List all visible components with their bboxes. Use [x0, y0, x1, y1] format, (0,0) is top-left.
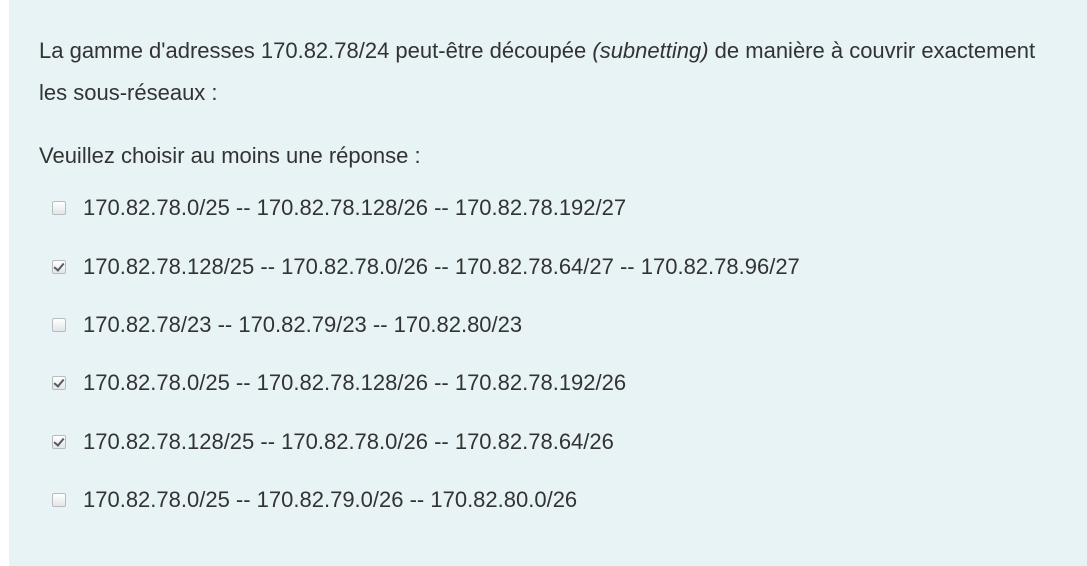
question-text: La gamme d'adresses 170.82.78/24 peut-êt…	[39, 30, 1069, 114]
answer-2-label[interactable]: 170.82.78.128/25 -- 170.82.78.0/26 -- 17…	[83, 254, 800, 280]
answer-option-3[interactable]: 170.82.78/23 -- 170.82.79/23 -- 170.82.8…	[39, 296, 1063, 354]
answer-5-label[interactable]: 170.82.78.128/25 -- 170.82.78.0/26 -- 17…	[83, 429, 614, 455]
answer-prompt: Veuillez choisir au moins une réponse :	[39, 143, 421, 168]
answer-option-6[interactable]: 170.82.78.0/25 -- 170.82.79.0/26 -- 170.…	[39, 471, 1063, 529]
answer-option-2[interactable]: 170.82.78.128/25 -- 170.82.78.0/26 -- 17…	[39, 237, 1063, 295]
answer-4-label[interactable]: 170.82.78.0/25 -- 170.82.78.128/26 -- 17…	[83, 370, 626, 396]
answer-4-checkbox[interactable]	[52, 376, 66, 391]
answer-5-checkbox[interactable]	[52, 434, 66, 449]
answer-1-label[interactable]: 170.82.78.0/25 -- 170.82.78.128/26 -- 17…	[83, 195, 626, 221]
answer-6-checkbox[interactable]	[52, 493, 66, 508]
answer-list: 170.82.78.0/25 -- 170.82.78.128/26 -- 17…	[39, 179, 1063, 529]
question-text-before: La gamme d'adresses 170.82.78/24 peut-êt…	[39, 38, 593, 63]
answer-option-1[interactable]: 170.82.78.0/25 -- 170.82.78.128/26 -- 17…	[39, 179, 1063, 237]
answer-option-5[interactable]: 170.82.78.128/25 -- 170.82.78.0/26 -- 17…	[39, 413, 1063, 471]
answer-1-checkbox[interactable]	[52, 201, 66, 216]
answer-3-checkbox[interactable]	[52, 317, 66, 332]
answer-option-4[interactable]: 170.82.78.0/25 -- 170.82.78.128/26 -- 17…	[39, 354, 1063, 412]
answer-2-checkbox[interactable]	[52, 259, 66, 274]
answer-3-label[interactable]: 170.82.78/23 -- 170.82.79/23 -- 170.82.8…	[83, 312, 522, 338]
question-panel: La gamme d'adresses 170.82.78/24 peut-êt…	[9, 0, 1087, 566]
answer-6-label[interactable]: 170.82.78.0/25 -- 170.82.79.0/26 -- 170.…	[83, 487, 577, 513]
question-text-italic: (subnetting)	[592, 38, 709, 63]
